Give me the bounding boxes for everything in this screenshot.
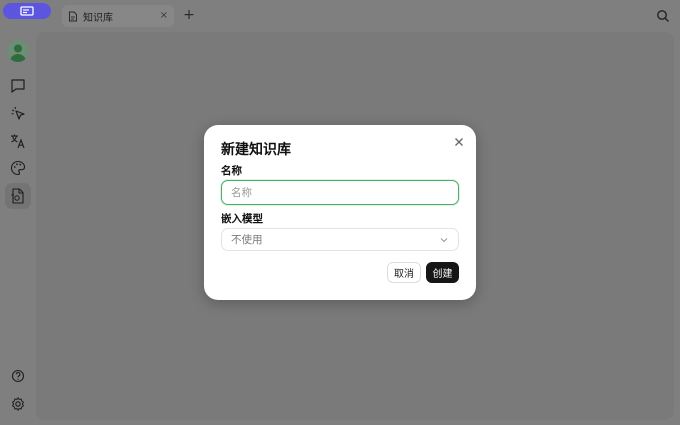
- document-icon: [69, 11, 77, 21]
- close-icon[interactable]: [453, 136, 465, 148]
- create-button[interactable]: 创建: [426, 262, 459, 283]
- settings-icon[interactable]: [9, 395, 27, 413]
- help-icon[interactable]: [9, 367, 27, 385]
- embedding-model-select[interactable]: 不使用: [221, 228, 459, 251]
- app-menu-button[interactable]: [3, 3, 51, 19]
- name-label: 名称: [221, 165, 242, 177]
- chevron-down-icon: [440, 237, 448, 242]
- dialog-title: 新建知识库: [221, 142, 291, 158]
- chat-icon[interactable]: [9, 77, 27, 95]
- search-icon[interactable]: [656, 9, 670, 23]
- user-avatar-icon: [10, 44, 26, 62]
- new-tab-button[interactable]: +: [182, 8, 196, 22]
- embedding-model-value: 不使用: [231, 234, 263, 246]
- avatar[interactable]: [7, 40, 29, 62]
- knowledge-base-icon: [11, 188, 24, 204]
- palette-icon[interactable]: [9, 159, 27, 177]
- new-knowledge-base-dialog: 新建知识库 名称 嵌入模型 不使用 取消 创建: [204, 125, 476, 300]
- name-input[interactable]: [221, 180, 459, 205]
- tab-close-icon[interactable]: ×: [160, 11, 168, 21]
- cursor-sparkle-icon[interactable]: [9, 105, 27, 123]
- browser-window-icon: [20, 6, 34, 16]
- tab-label: 知识库: [83, 12, 113, 24]
- tab-knowledge-base[interactable]: 知识库 ×: [62, 5, 174, 27]
- cancel-button[interactable]: 取消: [387, 262, 421, 283]
- translate-icon[interactable]: [9, 132, 27, 150]
- embedding-model-label: 嵌入模型: [221, 213, 263, 225]
- sidebar-item-knowledge-base[interactable]: [5, 183, 31, 209]
